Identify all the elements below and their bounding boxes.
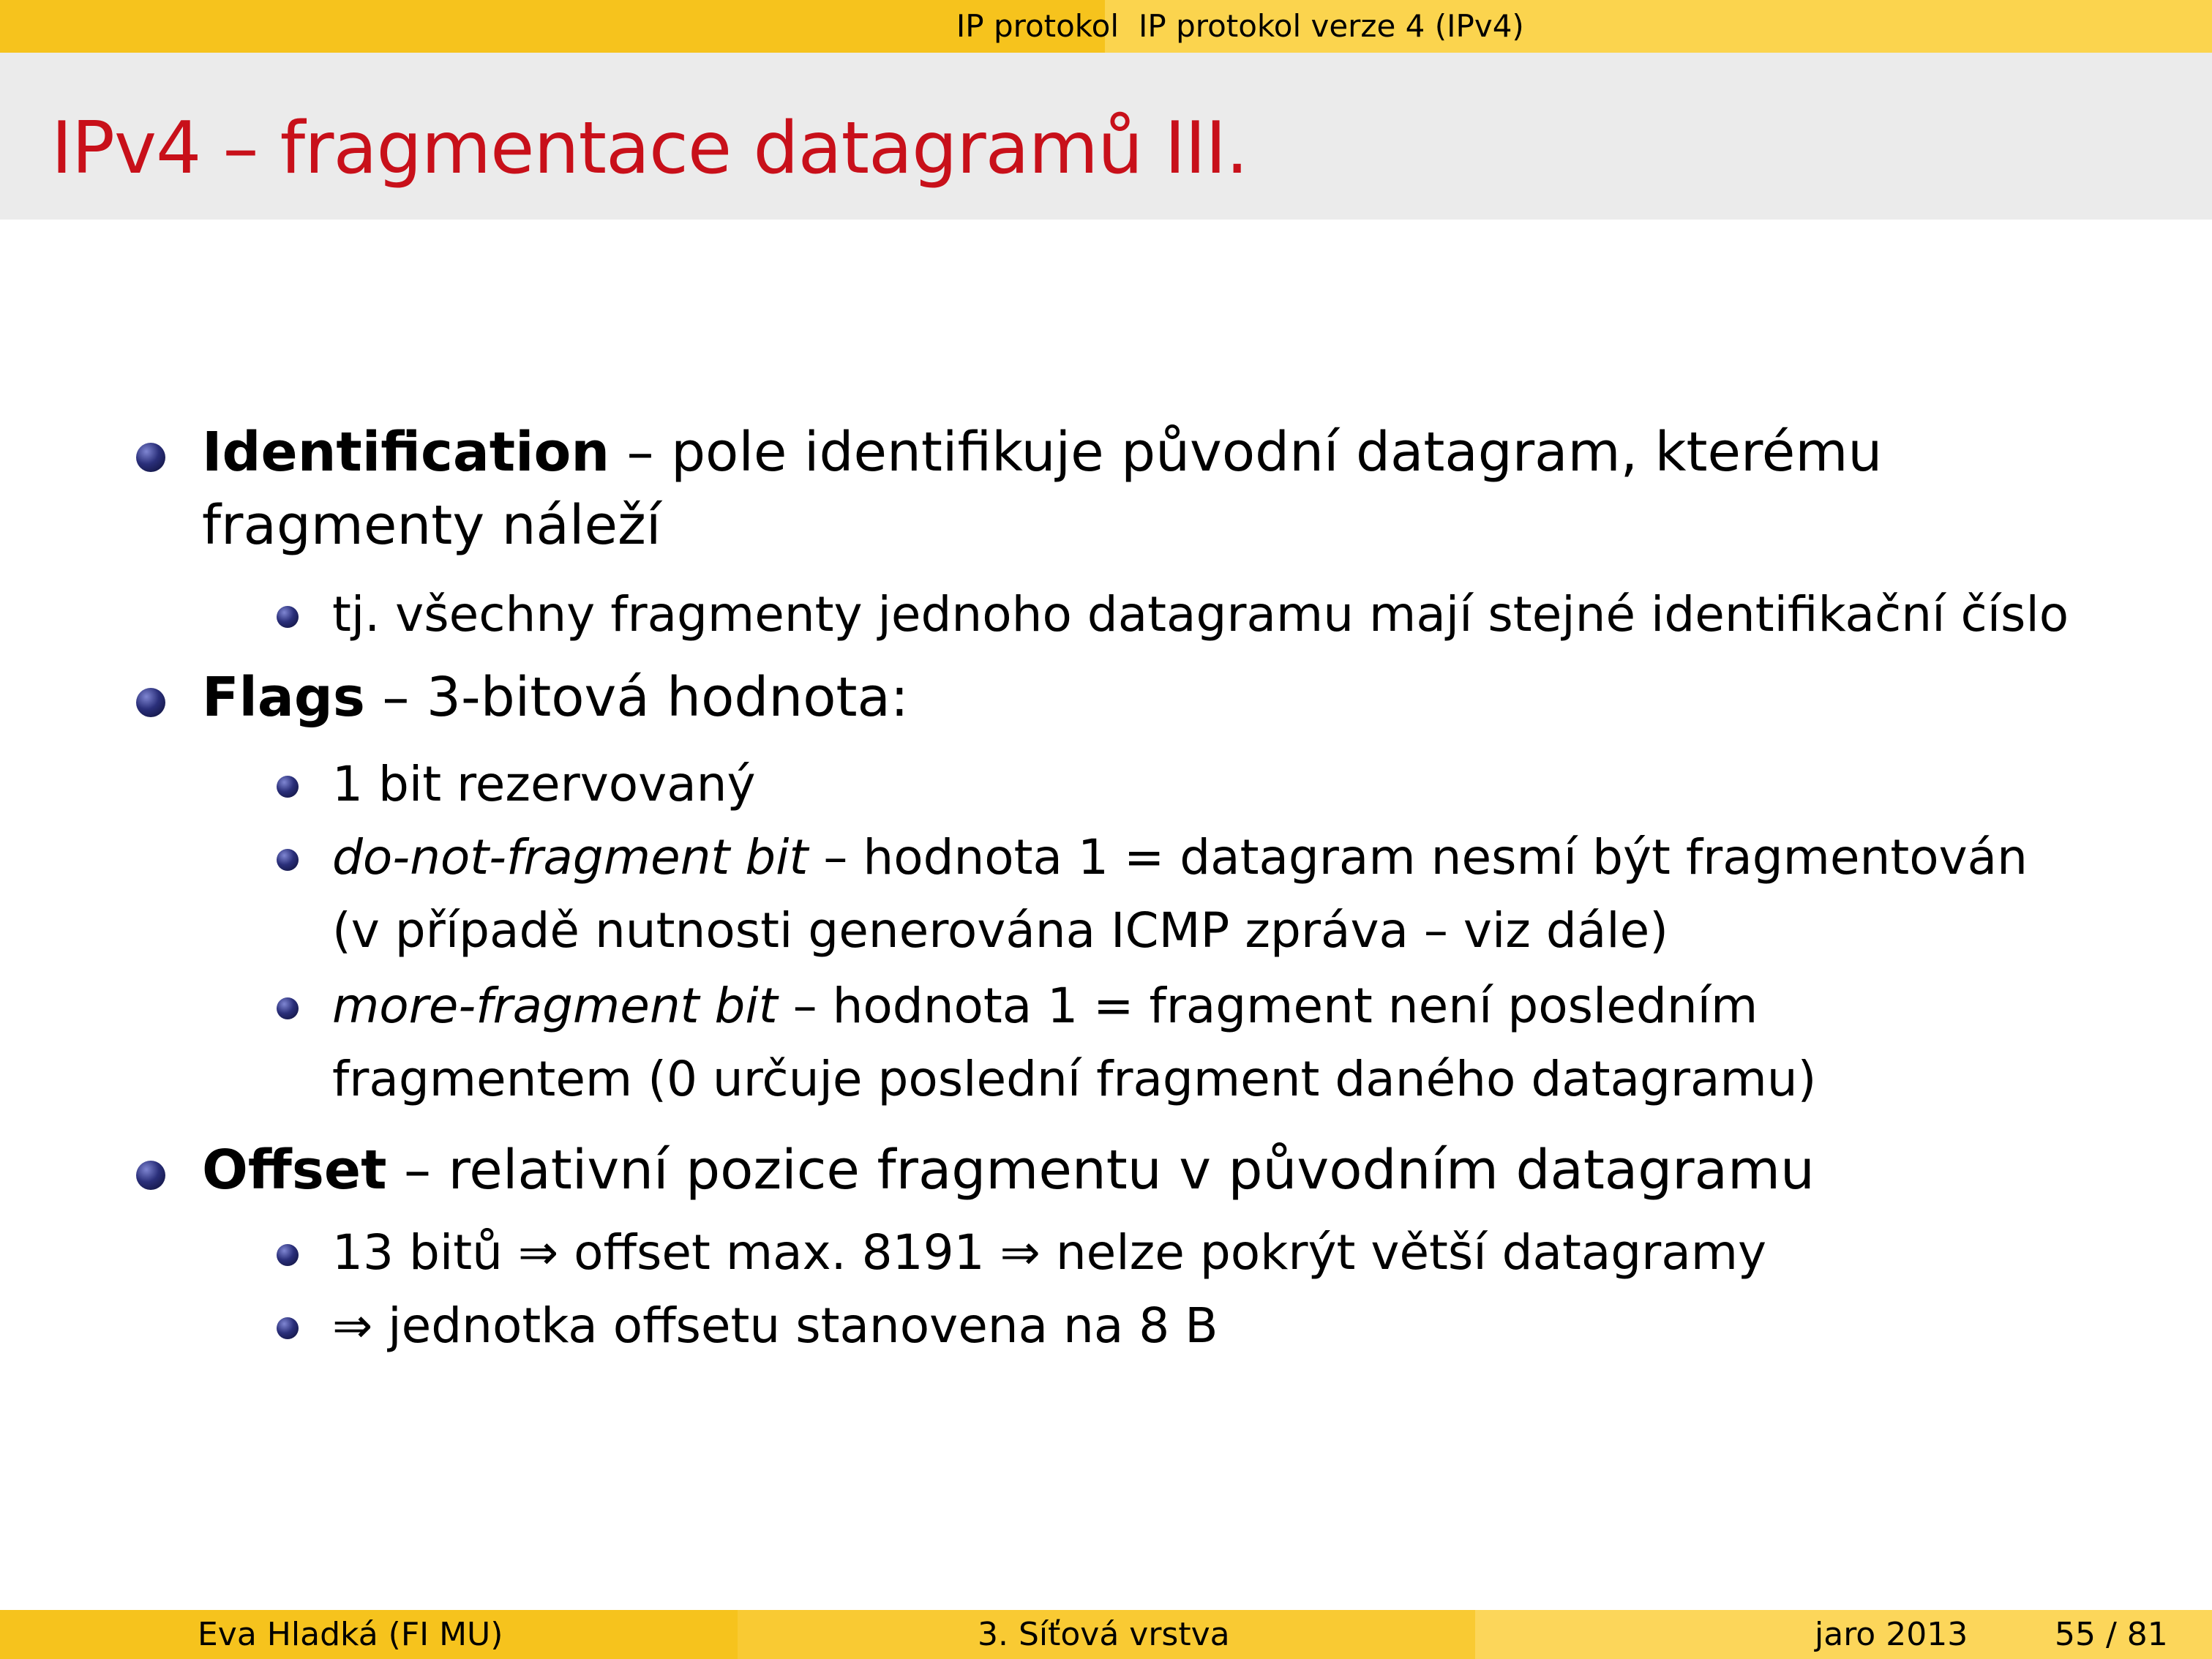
sub-bullet-icon	[277, 1317, 299, 1339]
nav-left-segment	[0, 0, 1105, 53]
offset-text: – relativní pozice fragmentu v původním …	[386, 1139, 1815, 1202]
sub-bullet-icon	[277, 849, 299, 871]
sub-item-13-bits: 13 bitů ⇒ offset max. 8191 ⇒ nelze pokrý…	[332, 1224, 1767, 1281]
bullet-icon	[136, 443, 165, 472]
sub-item-same-id: tj. všechny fragmenty jednoho datagramu …	[332, 586, 2069, 643]
sub-bullet-icon	[277, 776, 299, 798]
term-offset: Offset	[202, 1139, 387, 1202]
sub-bullet-icon	[277, 997, 299, 1019]
more-fragment-text-continued: fragmentem (0 určuje poslední fragment d…	[332, 1051, 1817, 1107]
term-more-fragment: more-fragment bit	[332, 978, 778, 1034]
list-item-identification: Identification – pole identifikuje původ…	[202, 416, 1882, 489]
footer-page-number: 55 / 81	[2055, 1616, 2168, 1653]
nav-subsection-link[interactable]: IP protokol verze 4 (IPv4)	[1139, 6, 1524, 47]
term-identification: Identification	[202, 421, 610, 484]
term-flags: Flags	[202, 666, 365, 729]
nav-section-link[interactable]: IP protokol	[956, 6, 1119, 47]
identification-text: – pole identifikuje původní datagram, kt…	[610, 421, 1883, 484]
bullet-icon	[136, 1161, 165, 1190]
footer-lecture-title: 3. Síťová vrstva	[978, 1616, 1230, 1653]
slide-title: IPv4 – fragmentace datagramů III.	[51, 107, 1248, 190]
footer-author: Eva Hladká (FI MU)	[198, 1616, 503, 1653]
footer-bar: Eva Hladká (FI MU) 3. Síťová vrstva jaro…	[0, 1610, 2212, 1659]
top-navigation-bar: IP protokol IP protokol verze 4 (IPv4)	[0, 0, 2212, 53]
sub-item-offset-unit: ⇒ jednotka offsetu stanovena na 8 B	[332, 1297, 1218, 1354]
sub-bullet-icon	[277, 606, 299, 628]
sub-item-more-fragment: more-fragment bit – hodnota 1 = fragment…	[332, 970, 1758, 1043]
sub-item-dont-fragment: do-not-fragment bit – hodnota 1 = datagr…	[332, 821, 2028, 894]
more-fragment-text: – hodnota 1 = fragment není posledním	[777, 978, 1758, 1034]
bullet-icon	[136, 688, 165, 717]
sub-item-reserved-bit: 1 bit rezervovaný	[332, 756, 756, 812]
flags-text: – 3-bitová hodnota:	[364, 666, 909, 729]
identification-text-continued: fragmenty náleží	[202, 494, 661, 557]
footer-date: jaro 2013	[1815, 1616, 1968, 1653]
list-item-offset: Offset – relativní pozice fragmentu v pů…	[202, 1134, 1815, 1207]
sub-bullet-icon	[277, 1244, 299, 1266]
dont-fragment-text: – hodnota 1 = datagram nesmí být fragmen…	[808, 829, 2028, 885]
dont-fragment-text-continued: (v případě nutnosti generována ICMP zprá…	[332, 902, 1668, 959]
list-item-flags: Flags – 3-bitová hodnota:	[202, 661, 909, 734]
term-dont-fragment: do-not-fragment bit	[332, 829, 809, 885]
